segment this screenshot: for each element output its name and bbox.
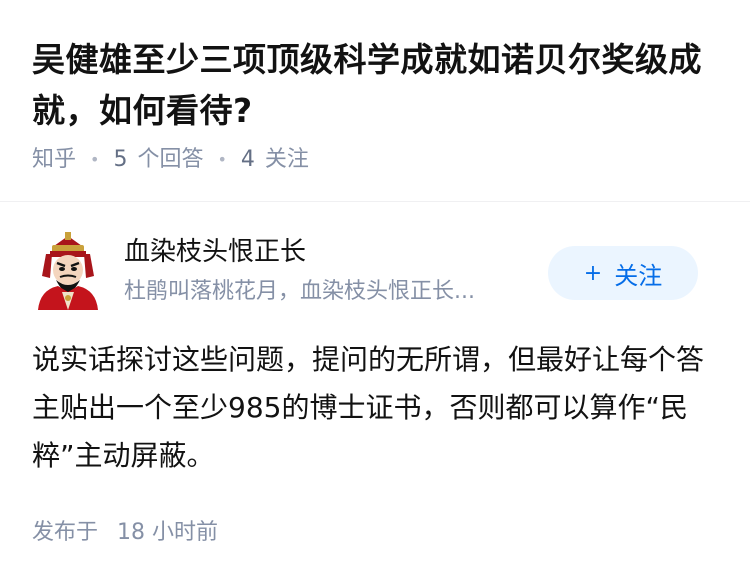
meta-separator: • [90, 150, 100, 169]
plus-icon: + [583, 260, 603, 286]
meta-separator: • [217, 150, 227, 169]
follow-count: 4 [240, 147, 255, 172]
follow-button-label: 关注 [614, 261, 663, 290]
author-bio: 杜鹃叫落桃花月，血染枝头恨正长... [124, 279, 475, 304]
answer-publish-time: 发布于 18 小时前 [32, 518, 218, 548]
answer-content[interactable]: 说实话探讨这些问题，提问的无所谓，但最好让每个答主贴出一个至少985的博士证书，… [32, 336, 722, 480]
opera-mask-avatar-icon [38, 232, 98, 310]
follow-count-label: 关注 [264, 147, 309, 172]
avatar[interactable] [32, 232, 104, 310]
published-label: 发布于 [32, 520, 99, 545]
author-name[interactable]: 血染枝头恨正长 [124, 234, 306, 270]
published-time: 18 小时前 [117, 520, 219, 545]
follow-button[interactable]: + 关注 [548, 246, 698, 300]
answer-count-label: 个回答 [137, 147, 204, 172]
question-header: 吴健雄至少三项顶级科学成就如诺贝尔奖级成就，如何看待? 知乎 • 5 个回答 •… [0, 0, 750, 202]
answer-author-row: 血染枝头恨正长 杜鹃叫落桃花月，血染枝头恨正长... + 关注 [0, 226, 750, 318]
zhihu-question-page: 吴健雄至少三项顶级科学成就如诺贝尔奖级成就，如何看待? 知乎 • 5 个回答 •… [0, 0, 750, 586]
question-title[interactable]: 吴健雄至少三项顶级科学成就如诺贝尔奖级成就，如何看待? [32, 34, 722, 136]
source-label[interactable]: 知乎 [32, 145, 76, 175]
question-meta: 知乎 • 5 个回答 • 4 关注 [32, 145, 309, 175]
answer-count: 5 [113, 147, 128, 172]
